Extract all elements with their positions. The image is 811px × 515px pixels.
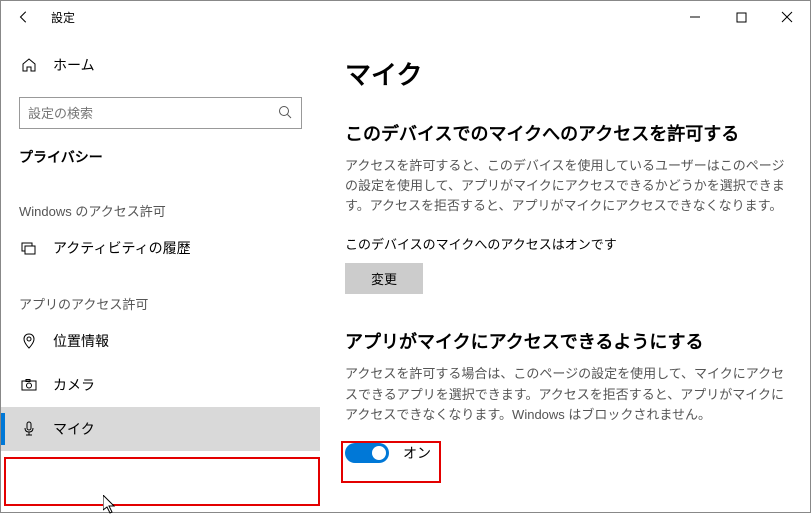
close-button[interactable] [764, 1, 810, 33]
search-field[interactable] [28, 106, 277, 121]
heading-app-access: アプリがマイクにアクセスできるようにする [345, 328, 786, 354]
search-icon [277, 104, 293, 123]
section-windows-perm: Windows のアクセス許可 [1, 177, 320, 226]
section-privacy: プライバシー [1, 137, 320, 177]
search-input[interactable] [19, 97, 302, 129]
nav-location[interactable]: 位置情報 [1, 319, 320, 363]
change-button[interactable]: 変更 [345, 263, 423, 294]
nav-label: 位置情報 [53, 331, 109, 351]
status-line: このデバイスのマイクへのアクセスはオンです [345, 234, 786, 253]
heading-device-access: このデバイスでのマイクへのアクセスを許可する [345, 120, 786, 146]
nav-camera[interactable]: カメラ [1, 363, 320, 407]
home-icon [19, 57, 39, 73]
nav-label: アクティビティの履歴 [53, 238, 191, 258]
app-access-toggle[interactable] [345, 443, 389, 463]
location-icon [19, 333, 39, 349]
home-nav[interactable]: ホーム [1, 45, 320, 85]
toggle-label: オン [403, 443, 431, 463]
maximize-button[interactable] [718, 1, 764, 33]
nav-label: カメラ [53, 375, 95, 395]
page-title: マイク [345, 55, 786, 92]
activity-icon [19, 240, 39, 256]
desc-app-access: アクセスを許可する場合は、このページの設定を使用して、マイクにアクセスできるアプ… [345, 364, 786, 424]
desc-device-access: アクセスを許可すると、このデバイスを使用しているユーザーはこのページの設定を使用… [345, 156, 786, 216]
home-label: ホーム [53, 55, 95, 75]
minimize-button[interactable] [672, 1, 718, 33]
nav-label: マイク [53, 419, 95, 439]
back-button[interactable] [1, 1, 47, 33]
nav-microphone[interactable]: マイク [1, 407, 320, 451]
section-app-perm: アプリのアクセス許可 [1, 270, 320, 319]
window-title: 設定 [47, 9, 75, 26]
microphone-icon [19, 421, 39, 437]
nav-activity-history[interactable]: アクティビティの履歴 [1, 226, 320, 270]
camera-icon [19, 377, 39, 393]
